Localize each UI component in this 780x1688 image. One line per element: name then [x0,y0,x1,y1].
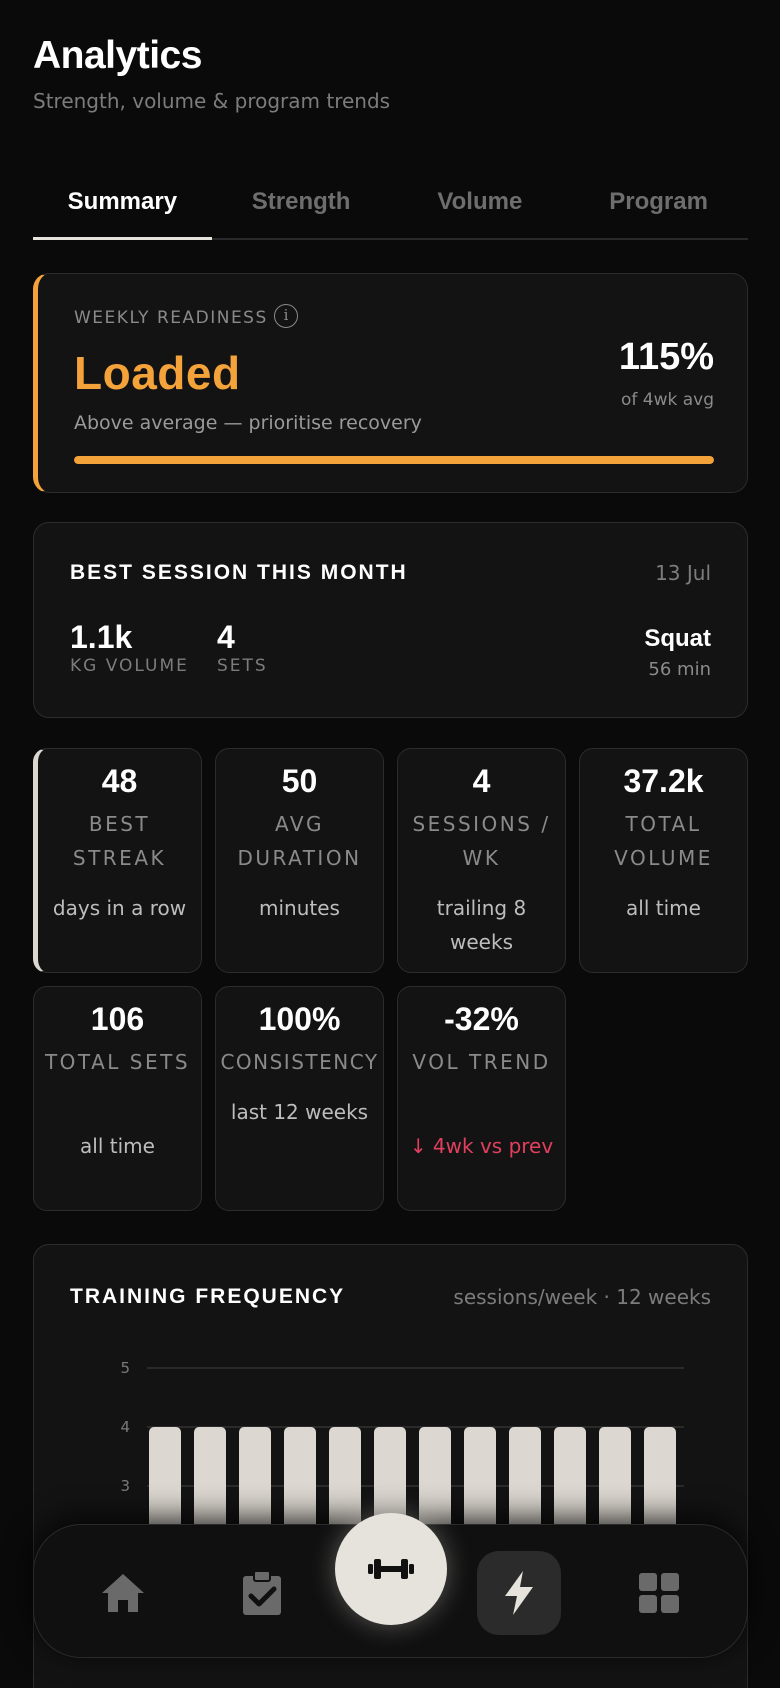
best-session-volume-value: 1.1k [70,619,133,655]
stat-sub: all time [80,1134,155,1158]
tab-volume[interactable]: Volume [391,178,570,238]
analytics-page: Analytics Strength, volume & program tre… [0,0,780,1688]
start-workout-button[interactable] [335,1513,447,1625]
y-tick-label: 3 [120,1477,130,1495]
best-session-volume-label: KG VOLUME [70,656,189,676]
stat-label: AVG DURATION [237,812,362,870]
stat-value: 100% [258,1001,341,1037]
best-session-date: 13 Jul [655,561,711,585]
readiness-label: WEEKLY READINESS [74,308,268,328]
stat-value: 37.2k [623,763,704,799]
bottom-nav [33,1513,748,1658]
stat-value: 106 [90,1001,145,1037]
stat-sub: all time [626,896,701,920]
dumbbell-icon [368,1559,414,1579]
page-title: Analytics [33,34,202,77]
stat-tile-total-sets: 106 TOTAL SETS all time [33,986,202,1211]
tab-bar: Summary Strength Volume Program [33,178,748,240]
home-icon[interactable] [95,1565,151,1621]
stat-tile-consistency: 100% CONSISTENCY last 12 weeks [215,986,384,1211]
stat-tile-total-volume: 37.2k TOTAL VOLUME all time [579,748,748,973]
best-session-card[interactable]: BEST SESSION THIS MONTH 13 Jul 1.1k KG V… [33,522,748,718]
tab-strength[interactable]: Strength [212,178,391,238]
stat-tile-avg-duration: 50 AVG DURATION minutes [215,748,384,973]
stat-value: -32% [444,1001,519,1037]
stat-sub: days in a row [52,896,187,920]
stat-label: VOL TREND [412,1050,551,1074]
grid-icon[interactable] [631,1565,687,1621]
stat-tile-volume-trend: -32% VOL TREND ↓ 4wk vs prev [397,986,566,1211]
stat-value: 50 [281,763,318,799]
page-subtitle: Strength, volume & program trends [33,89,391,113]
best-session-exercise: Squat [644,625,711,652]
readiness-card: WEEKLY READINESS i Loaded Above average … [33,273,748,493]
readiness-status: Loaded [74,347,241,399]
stat-tile-sessions-per-week: 4 SESSIONS / WK trailing 8 weeks [397,748,566,973]
bolt-icon [505,1571,533,1615]
stat-label: TOTAL VOLUME [614,812,713,870]
readiness-percent-caption: of 4wk avg [620,390,714,410]
stat-sub: ↓ 4wk vs prev [409,1134,554,1158]
y-tick-label: 4 [120,1418,130,1436]
readiness-percent: 115% [618,336,714,378]
stat-sub: trailing 8 weeks [436,896,527,954]
stat-label: CONSISTENCY [220,1050,379,1074]
best-session-sets-value: 4 [217,619,235,655]
best-session-duration: 56 min [648,659,711,680]
stat-value: 4 [472,763,491,799]
stat-tile-best-streak: 48 BEST STREAK days in a row [33,748,202,973]
best-session-sets-label: SETS [217,656,268,676]
tab-summary[interactable]: Summary [33,178,212,240]
stat-sub: last 12 weeks [230,1100,369,1124]
stat-sub: minutes [259,896,340,920]
stat-label: TOTAL SETS [44,1050,191,1074]
frequency-chart: 5 4 3 [120,1359,684,1545]
stat-label: SESSIONS / WK [412,812,551,870]
info-icon[interactable]: i [274,304,298,328]
readiness-progress-fill [74,456,714,464]
readiness-note: Above average — prioritise recovery [74,412,422,434]
bolt-button[interactable] [477,1551,561,1635]
clipboard-check-icon[interactable] [234,1565,290,1621]
stat-label: BEST STREAK [72,812,167,870]
best-session-title: BEST SESSION THIS MONTH [70,561,408,584]
readiness-progress-track [74,456,714,464]
tab-program[interactable]: Program [569,178,748,238]
stat-value: 48 [101,763,138,799]
y-tick-label: 5 [120,1359,130,1377]
